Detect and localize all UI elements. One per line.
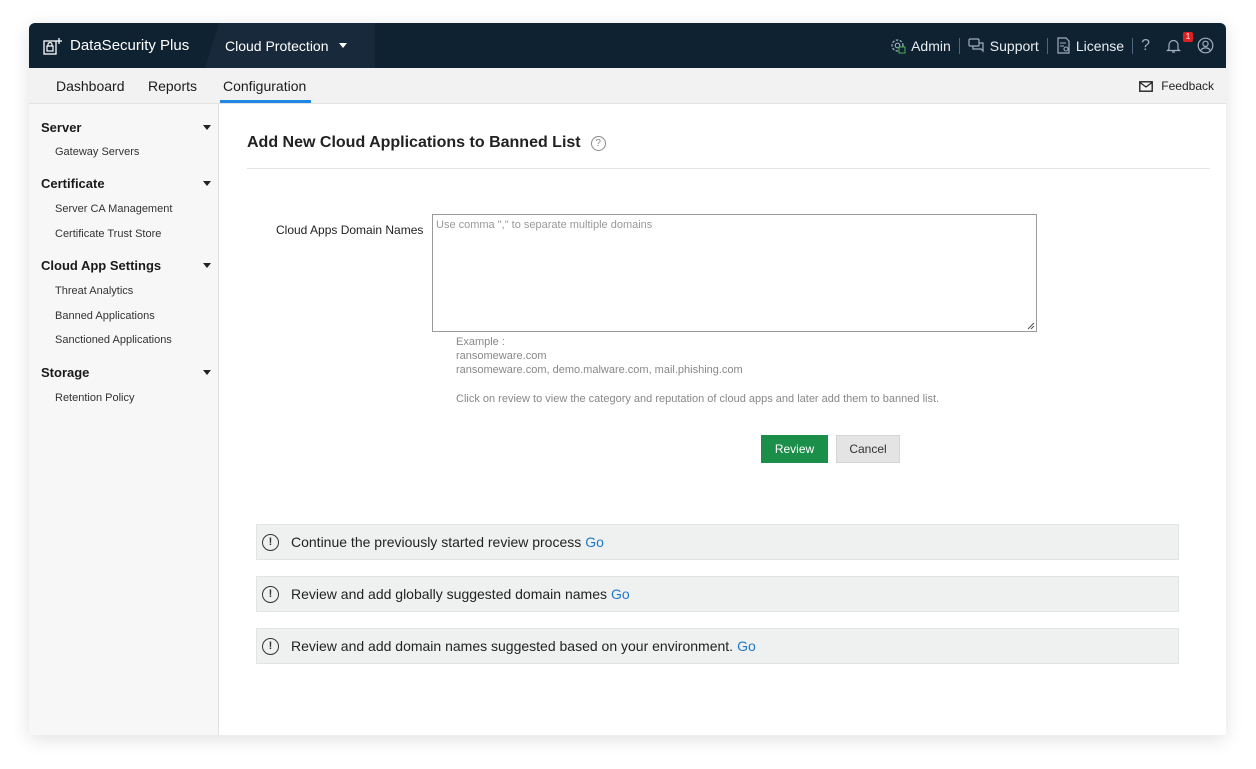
review-hint: Click on review to view the category and… — [456, 393, 940, 405]
sidebar-section-label: Cloud App Settings — [41, 257, 162, 273]
sidebar: Server Gateway Servers Certificate Serve… — [29, 104, 219, 735]
notice-text: Continue the previously started review p… — [291, 534, 582, 550]
app-window: DataSecurity Plus Cloud Protection Admin — [29, 23, 1226, 735]
sidebar-section-label: Server — [41, 119, 82, 135]
app-name: DataSecurity Plus — [70, 37, 190, 54]
user-avatar-icon — [1197, 37, 1214, 54]
sidebar-item-gateway-servers[interactable]: Gateway Servers — [55, 146, 139, 158]
example-single-domain: ransomeware.com — [456, 350, 547, 362]
license-label: License — [1075, 37, 1125, 54]
chat-icon — [968, 38, 984, 53]
feedback-label: Feedback — [1161, 79, 1214, 93]
notifications-button[interactable]: 1 — [1158, 31, 1193, 54]
cancel-button[interactable]: Cancel — [836, 435, 900, 463]
chevron-down-icon — [203, 369, 211, 375]
sidebar-item-certificate-trust-store[interactable]: Certificate Trust Store — [55, 228, 161, 240]
product-name: Cloud Protection — [225, 37, 329, 54]
sidebar-section-label: Certificate — [41, 175, 105, 191]
review-button[interactable]: Review — [761, 435, 828, 463]
notice-text: Review and add globally suggested domain… — [291, 586, 607, 602]
license-link[interactable]: License — [1048, 37, 1132, 54]
go-link[interactable]: Go — [737, 638, 756, 654]
domain-names-label: Cloud Apps Domain Names — [276, 223, 424, 237]
example-label: Example : — [456, 336, 505, 348]
help-icon: ? — [1141, 36, 1150, 54]
admin-label: Admin — [911, 37, 951, 54]
sidebar-item-retention-policy[interactable]: Retention Policy — [55, 392, 135, 404]
info-icon: ! — [262, 585, 279, 603]
sidebar-item-server-ca-management[interactable]: Server CA Management — [55, 203, 172, 215]
tab-dashboard[interactable]: Dashboard — [56, 68, 125, 104]
admin-link[interactable]: Admin — [881, 37, 959, 54]
help-icon[interactable]: ? — [590, 135, 606, 151]
domain-names-input[interactable] — [432, 214, 1037, 332]
sidebar-section-server[interactable]: Server — [41, 118, 211, 136]
info-icon: ! — [262, 637, 279, 655]
page-title-text: Add New Cloud Applications to Banned Lis… — [247, 134, 581, 151]
support-link[interactable]: Support — [960, 38, 1047, 54]
sidebar-item-sanctioned-applications[interactable]: Sanctioned Applications — [55, 334, 172, 346]
top-bar: DataSecurity Plus Cloud Protection Admin — [29, 23, 1226, 68]
bell-icon — [1166, 39, 1181, 53]
product-selector[interactable]: Cloud Protection — [205, 23, 375, 68]
brand[interactable]: DataSecurity Plus — [29, 23, 219, 68]
notice-environment-suggestions: ! Review and add domain names suggested … — [256, 628, 1179, 664]
notice-text: Review and add domain names suggested ba… — [291, 638, 734, 654]
admin-gear-icon — [891, 39, 906, 54]
go-link[interactable]: Go — [585, 534, 604, 550]
sidebar-section-certificate[interactable]: Certificate — [41, 174, 211, 192]
help-link[interactable]: ? — [1133, 37, 1158, 55]
sidebar-section-storage[interactable]: Storage — [41, 363, 211, 381]
notice-global-suggestions: ! Review and add globally suggested doma… — [256, 576, 1179, 612]
sidebar-item-threat-analytics[interactable]: Threat Analytics — [55, 285, 133, 297]
chevron-down-icon — [203, 262, 211, 268]
info-icon: ! — [262, 533, 279, 551]
support-label: Support — [989, 37, 1039, 54]
mail-icon — [1139, 80, 1154, 92]
sidebar-item-banned-applications[interactable]: Banned Applications — [55, 310, 155, 322]
chevron-down-icon — [203, 180, 211, 186]
main-navigation: Dashboard Reports Configuration Feedback — [29, 68, 1226, 104]
divider — [247, 168, 1210, 169]
chevron-down-icon — [203, 124, 211, 130]
license-icon — [1057, 37, 1070, 54]
page-title: Add New Cloud Applications to Banned Lis… — [247, 134, 606, 152]
tab-configuration[interactable]: Configuration — [219, 68, 312, 104]
example-multiple-domains: ransomeware.com, demo.malware.com, mail.… — [456, 364, 743, 376]
tab-reports[interactable]: Reports — [148, 68, 197, 104]
resize-handle-icon[interactable] — [1026, 321, 1035, 330]
sidebar-section-cloud-app-settings[interactable]: Cloud App Settings — [41, 256, 211, 274]
main-content: Add New Cloud Applications to Banned Lis… — [219, 104, 1226, 735]
sidebar-section-label: Storage — [41, 364, 90, 380]
go-link[interactable]: Go — [611, 586, 630, 602]
top-right-menu: Admin Support License ? 1 — [881, 23, 1214, 68]
datasecurity-logo-icon — [43, 37, 62, 55]
feedback-button[interactable]: Feedback — [1139, 68, 1214, 104]
chevron-down-icon — [338, 43, 347, 48]
notice-continue-review: ! Continue the previously started review… — [256, 524, 1179, 560]
notification-count-badge: 1 — [1183, 31, 1193, 42]
